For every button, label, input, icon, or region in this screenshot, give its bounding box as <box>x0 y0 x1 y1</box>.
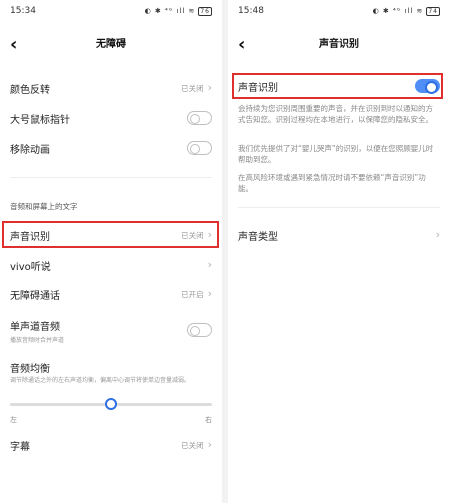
chevron-right-icon: › <box>207 81 212 94</box>
setting-subtitle: 调节除通话之外的左右声道均衡，偏离中心调节将使单边音量减弱。 <box>10 377 191 384</box>
nav-bar: ‹ 无障碍 <box>0 34 222 56</box>
divider <box>10 177 212 178</box>
chevron-right-icon: › <box>435 228 440 241</box>
page-title: 声音识别 <box>319 39 359 50</box>
setting-color-invert[interactable]: 颜色反转 已关闭 › <box>10 80 212 96</box>
chevron-right-icon: › <box>207 228 212 241</box>
description-paragraph-3: 在高风险环境或遇到紧急情况时请不要依赖“声音识别”功能。 <box>238 173 426 193</box>
battery-icon: 76 <box>198 6 212 16</box>
setting-accessible-call[interactable]: 无障碍通话 已开启 › <box>10 286 212 302</box>
mono-audio-toggle[interactable] <box>187 323 212 337</box>
status-icons: ◐ ✱ ⁴ᴳ ıll ≋ 76 <box>144 6 212 16</box>
toggle-label: 声音识别 <box>238 82 278 94</box>
sound-recognition-screen: 15:48 ◐ ✱ ⁴ᴳ ıll ≋ 74 ‹ 声音识别 声音识别 会持续为您识… <box>228 0 450 503</box>
accessibility-screen: 15:34 ◐ ✱ ⁴ᴳ ıll ≋ 76 ‹ 无障碍 颜色反转 已关闭 › 大号… <box>0 0 222 503</box>
setting-remove-animation: 移除动画 <box>10 140 212 156</box>
setting-sound-recognition[interactable]: 声音识别 已关闭 › <box>10 227 212 243</box>
balance-right-label: 右 <box>205 416 212 424</box>
setting-label: 字幕 <box>10 441 30 453</box>
setting-value: 已开启 <box>181 289 204 299</box>
nav-bar: ‹ 声音识别 <box>228 34 450 56</box>
divider <box>238 207 440 208</box>
large-pointer-toggle[interactable] <box>187 111 212 125</box>
setting-vivo-listen[interactable]: vivo听说 › <box>10 257 212 273</box>
setting-value: 已关闭 <box>181 230 204 240</box>
setting-label: 无障碍通话 <box>10 290 60 302</box>
setting-mono-audio: 单声道音频 播放音频时合并声道 <box>10 318 212 344</box>
status-bar: 15:34 ◐ ✱ ⁴ᴳ ıll ≋ 76 <box>10 4 212 18</box>
signal-wifi-icons: ◐ ✱ ⁴ᴳ ıll ≋ <box>144 7 196 15</box>
chevron-right-icon: › <box>207 438 212 451</box>
status-time: 15:34 <box>10 6 36 16</box>
setting-subtitle: 播放音频时合并声道 <box>10 337 65 344</box>
audio-balance-slider-knob[interactable] <box>105 398 117 410</box>
chevron-right-icon: › <box>207 258 212 271</box>
chevron-right-icon: › <box>207 287 212 300</box>
setting-captions[interactable]: 字幕 已关闭 › <box>10 437 212 453</box>
setting-label: 移除动画 <box>10 144 50 156</box>
setting-label: 颜色反转 <box>10 84 50 96</box>
battery-icon: 74 <box>426 6 440 16</box>
setting-audio-balance: 音频均衡 调节除通话之外的左右声道均衡，偏离中心调节将使单边音量减弱。 <box>10 360 212 390</box>
status-bar: 15:48 ◐ ✱ ⁴ᴳ ıll ≋ 74 <box>238 4 440 18</box>
setting-value: 已关闭 <box>181 83 204 93</box>
balance-left-label: 左 <box>10 416 17 424</box>
setting-large-pointer: 大号鼠标指针 <box>10 110 212 126</box>
setting-label: vivo听说 <box>10 261 51 273</box>
remove-animation-toggle[interactable] <box>187 141 212 155</box>
sound-types-item[interactable]: 声音类型 › <box>238 227 440 243</box>
setting-label: 音频均衡 <box>10 364 50 375</box>
status-time: 15:48 <box>238 6 264 16</box>
section-header: 音频和屏幕上的文字 <box>10 202 78 211</box>
description-paragraph-2: 我们优先提供了对“婴儿哭声”的识别，以便在您照顾婴儿时帮助到您。 <box>238 144 434 164</box>
sound-recognition-toggle[interactable] <box>415 79 440 94</box>
signal-wifi-icons: ◐ ✱ ⁴ᴳ ıll ≋ <box>372 7 424 15</box>
setting-label: 单声道音频 <box>10 322 60 333</box>
setting-label: 声音识别 <box>10 231 50 243</box>
status-icons: ◐ ✱ ⁴ᴳ ıll ≋ 74 <box>372 6 440 16</box>
sound-recognition-toggle-row: 声音识别 <box>238 78 440 94</box>
setting-label: 大号鼠标指针 <box>10 114 70 126</box>
setting-label: 声音类型 <box>238 231 278 243</box>
setting-value: 已关闭 <box>181 440 204 450</box>
description-paragraph-1: 会持续为您识别周围重要的声音，并在识别到时以通知的方式告知您。识别过程均在本地进… <box>238 104 433 124</box>
page-title: 无障碍 <box>96 39 126 50</box>
